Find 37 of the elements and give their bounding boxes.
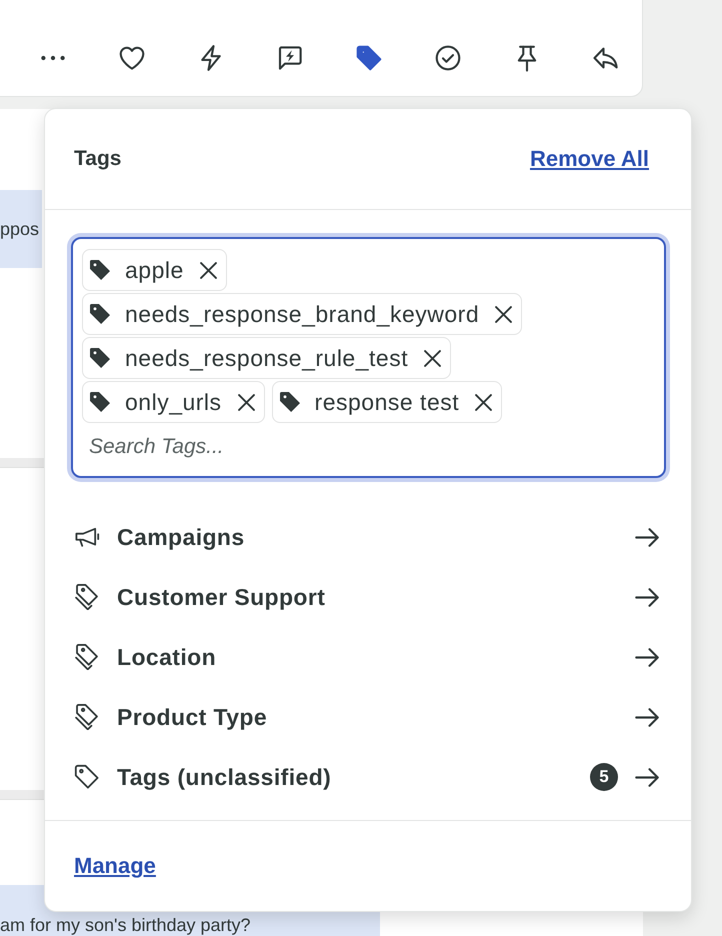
arrow-right-icon — [635, 588, 659, 606]
message-bubble: ppos — [0, 190, 42, 268]
check-circle-icon[interactable] — [433, 43, 463, 73]
tag-label: needs_response_brand_keyword — [125, 300, 480, 328]
category-item[interactable]: Location — [74, 627, 659, 687]
close-icon[interactable] — [200, 262, 217, 278]
stacked-tags-icon — [74, 704, 100, 730]
arrow-right-icon — [635, 708, 659, 726]
remove-all-link[interactable]: Remove All — [530, 146, 649, 172]
search-input[interactable]: Search Tags... — [82, 425, 632, 469]
close-icon[interactable] — [238, 394, 255, 410]
popover-title: Tags — [74, 147, 122, 171]
tag-label: response test — [314, 388, 460, 416]
stacked-tags-icon — [74, 644, 100, 670]
tag-outline-icon — [74, 764, 100, 790]
count-badge: 5 — [590, 763, 618, 791]
category-item[interactable]: Customer Support — [74, 567, 659, 627]
tag-icon — [90, 392, 110, 412]
tag-icon — [280, 392, 300, 412]
manage-link[interactable]: Manage — [74, 853, 156, 879]
close-icon[interactable] — [424, 350, 442, 366]
tag-label: needs_response_rule_test — [125, 344, 408, 372]
tag-label: apple — [125, 256, 184, 284]
tag-icon — [90, 304, 110, 324]
tag-icon — [90, 348, 110, 368]
category-item[interactable]: Tags (unclassified) 5 — [74, 747, 659, 807]
category-item[interactable]: Product Type — [74, 687, 659, 747]
arrow-right-icon — [635, 528, 659, 546]
tag-label: only_urls — [125, 388, 222, 416]
tag-icon — [90, 260, 110, 280]
arrow-right-icon — [635, 648, 659, 666]
tag-icon[interactable] — [354, 43, 384, 73]
close-icon[interactable] — [475, 394, 492, 410]
category-item[interactable]: Campaigns — [74, 507, 659, 567]
stacked-tags-icon — [74, 584, 100, 610]
close-icon[interactable] — [495, 306, 512, 322]
arrow-right-icon — [635, 768, 659, 786]
